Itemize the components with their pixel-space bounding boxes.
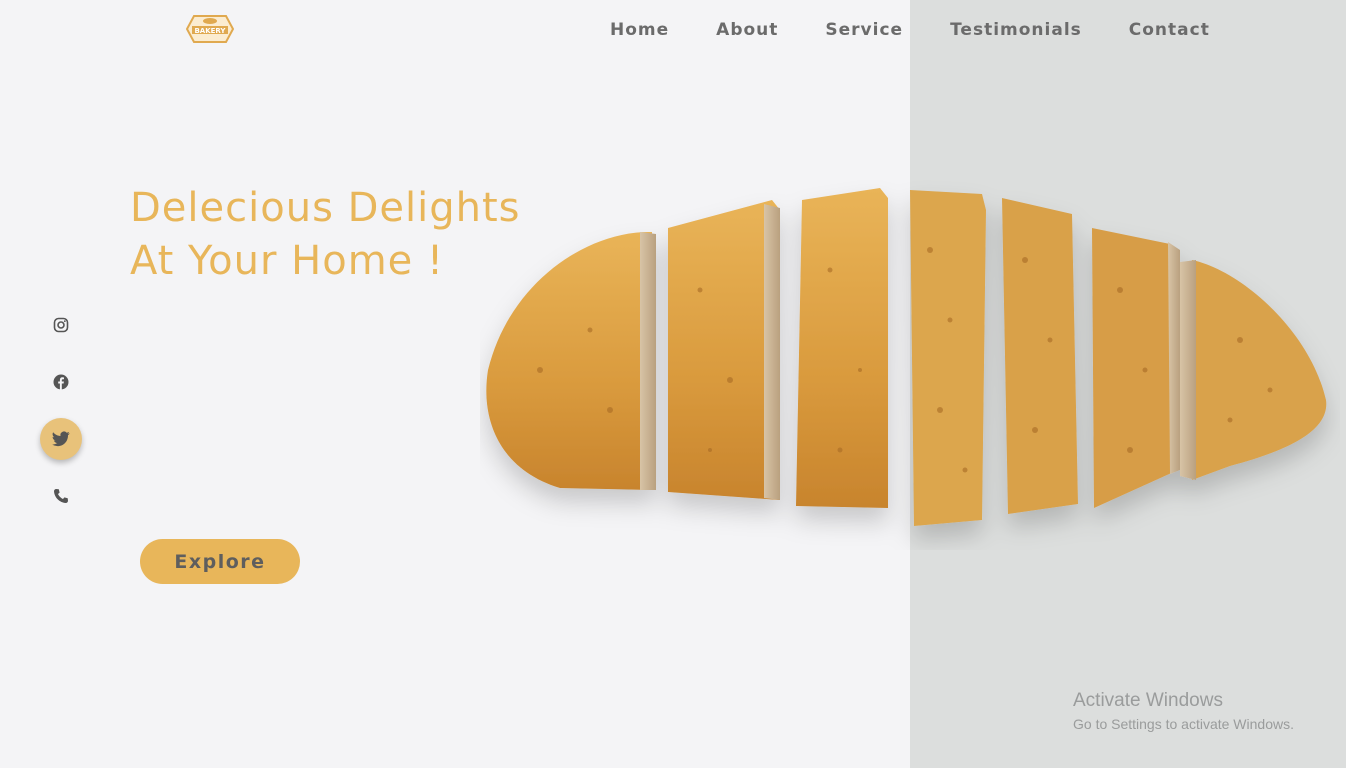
main-nav: Home About Service Testimonials Contact xyxy=(610,20,1257,40)
nav-about[interactable]: About xyxy=(716,20,778,40)
facebook-link[interactable] xyxy=(40,361,82,403)
facebook-icon xyxy=(53,374,69,390)
nav-contact[interactable]: Contact xyxy=(1129,20,1210,40)
watermark-subtitle: Go to Settings to activate Windows. xyxy=(1073,716,1294,732)
hero-headline-line2: At Your Home ! xyxy=(130,238,445,284)
phone-link[interactable] xyxy=(40,475,82,517)
twitter-link[interactable] xyxy=(40,418,82,460)
explore-button[interactable]: Explore xyxy=(140,539,300,584)
bakery-logo[interactable]: BAKERY xyxy=(186,12,234,46)
social-links xyxy=(40,304,82,532)
hero-headline: Delecious Delights At Your Home ! xyxy=(130,182,521,288)
twitter-icon xyxy=(52,431,70,447)
hero-headline-line1: Delecious Delights xyxy=(130,185,521,231)
nav-testimonials[interactable]: Testimonials xyxy=(950,20,1082,40)
watermark-title: Activate Windows xyxy=(1073,690,1223,711)
instagram-link[interactable] xyxy=(40,304,82,346)
phone-icon xyxy=(54,489,68,503)
instagram-icon xyxy=(53,317,69,333)
nav-service[interactable]: Service xyxy=(825,20,903,40)
sliced-bread-image xyxy=(486,188,1327,526)
logo-text: BAKERY xyxy=(194,27,226,35)
windows-activation-watermark: Activate Windows Go to Settings to activ… xyxy=(1073,690,1294,732)
nav-home[interactable]: Home xyxy=(610,20,669,40)
